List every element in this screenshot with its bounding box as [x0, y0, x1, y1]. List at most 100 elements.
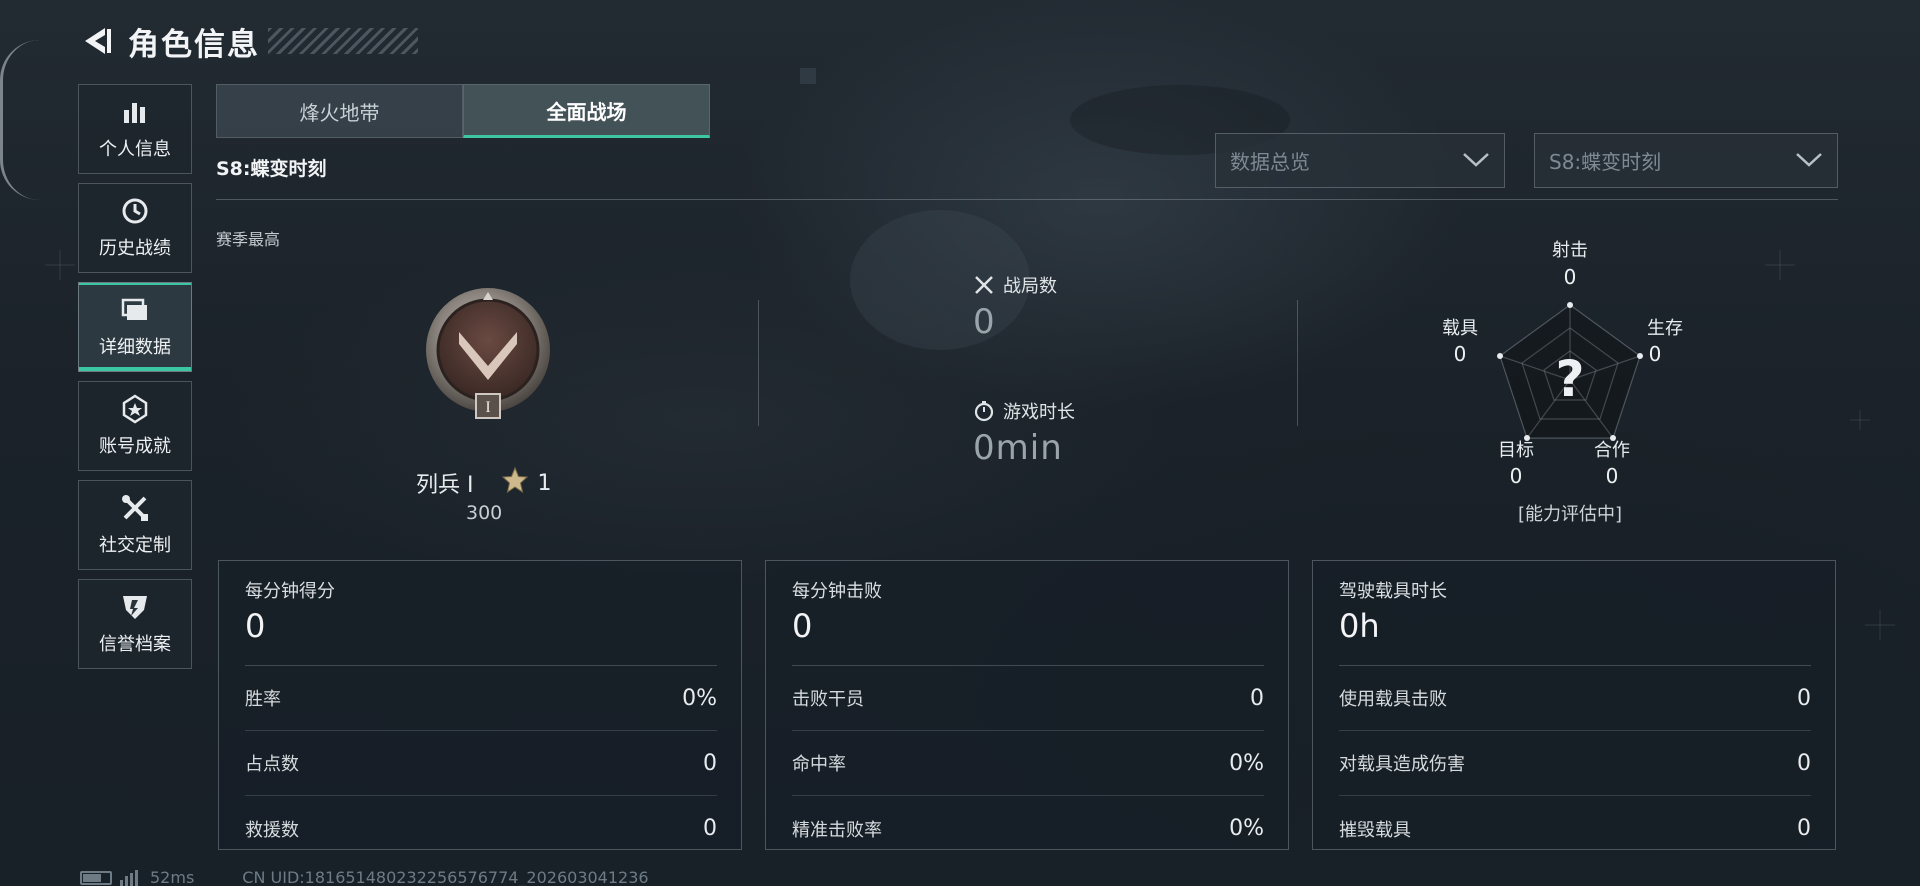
- row-label: 对载具造成伤害: [1339, 754, 1465, 775]
- table-row: 击败干员 0: [792, 666, 1264, 731]
- sidebar: 个人信息 历史战绩 详细数据 账号成就 社交定制 信誉档案: [78, 84, 192, 678]
- table-row: 命中率 0%: [792, 731, 1264, 796]
- sidebar-item-label: 社交定制: [99, 535, 171, 556]
- crossed-swords-icon: [973, 274, 995, 296]
- matches-label: 战局数: [1003, 276, 1057, 297]
- radar-label-vehicle: 载具: [1442, 318, 1478, 339]
- card-title: 每分钟击败: [792, 581, 882, 602]
- folder-icon: [120, 295, 150, 325]
- row-label: 精准击败率: [792, 819, 882, 841]
- radar-label-cooperation: 合作: [1594, 440, 1630, 461]
- table-row: 胜率 0%: [245, 666, 717, 731]
- row-value: 0: [703, 816, 717, 841]
- card-value: 0: [792, 607, 813, 645]
- row-label: 命中率: [792, 754, 846, 775]
- page-title: 角色信息: [128, 26, 260, 63]
- season-select[interactable]: S8:蝶变时刻: [1534, 133, 1838, 188]
- matches-stat: 战局数 0: [973, 272, 1057, 342]
- card-title: 每分钟得分: [245, 581, 335, 602]
- row-value: 0%: [1229, 816, 1264, 841]
- row-value: 0: [1797, 816, 1811, 841]
- battery-icon: [80, 870, 112, 885]
- radar-status: [能力评估中]: [1517, 504, 1623, 525]
- bar-chart-icon: [120, 97, 150, 127]
- row-value: 0%: [682, 685, 717, 711]
- page-header: 角色信息: [80, 18, 418, 64]
- view-select-value: 数据总览: [1230, 150, 1310, 174]
- season-best-label: 赛季最高: [216, 230, 281, 249]
- stat-card-kills: 每分钟击败 0 击败干员 0 命中率 0% 精准击败率 0%: [765, 560, 1289, 850]
- chevron-down-icon: [1462, 149, 1490, 173]
- status-footer: 52ms CN UID:181651480232256576774_202603…: [80, 868, 649, 886]
- card-title: 驾驶载具时长: [1339, 581, 1447, 602]
- star-icon: [501, 466, 529, 500]
- signal-icon: [120, 869, 140, 886]
- rank-name: 列兵 I: [416, 473, 474, 498]
- column-divider: [1297, 300, 1298, 426]
- sidebar-item-label: 详细数据: [99, 337, 171, 358]
- stat-card-score: 每分钟得分 0 胜率 0% 占点数 0 救援数 0: [218, 560, 742, 850]
- row-value: 0: [1797, 750, 1811, 776]
- row-label: 救援数: [245, 819, 299, 841]
- card-value: 0: [245, 607, 266, 645]
- table-row: 占点数 0: [245, 731, 717, 796]
- row-label: 击败干员: [792, 689, 864, 710]
- row-label: 胜率: [245, 689, 281, 710]
- season-select-value: S8:蝶变时刻: [1549, 150, 1662, 174]
- sidebar-item-history[interactable]: 历史战绩: [78, 183, 192, 273]
- radar-label-survival: 生存: [1647, 318, 1683, 339]
- radar-value-cooperation: 0: [1605, 464, 1619, 488]
- rank-stars: 1: [501, 466, 551, 500]
- row-label: 占点数: [245, 754, 299, 775]
- sidebar-item-label: 个人信息: [99, 139, 171, 160]
- radar-label-shooting: 射击: [1552, 240, 1588, 261]
- view-select[interactable]: 数据总览: [1215, 133, 1505, 188]
- sidebar-item-social-custom[interactable]: 社交定制: [78, 480, 192, 570]
- stat-card-vehicle: 驾驶载具时长 0h 使用载具击败 0 对载具造成伤害 0 摧毁载具 0: [1312, 560, 1836, 850]
- radar-value-shooting: 0: [1563, 265, 1577, 289]
- sidebar-item-personal-info[interactable]: 个人信息: [78, 84, 192, 174]
- table-row: 使用载具击败 0: [1339, 666, 1811, 731]
- row-value: 0%: [1229, 750, 1264, 776]
- title-stripes-decoration: [268, 28, 418, 54]
- rank-badge-icon: I: [421, 286, 555, 420]
- tab-battlefield[interactable]: 全面战场: [463, 84, 710, 138]
- ability-radar: ? 射击 0 生存 0 合作 0 目标 0 载具 0: [1430, 230, 1710, 530]
- edge-arc-decoration: [0, 40, 40, 200]
- medal-icon: [120, 394, 150, 424]
- table-row: 对载具造成伤害 0: [1339, 731, 1811, 796]
- radar-center-symbol: ?: [1555, 350, 1584, 408]
- matches-value: 0: [973, 302, 996, 342]
- history-icon: [120, 196, 150, 226]
- uid-text: CN UID:181651480232256576774_20260304123…: [242, 868, 649, 886]
- sidebar-item-label: 账号成就: [99, 436, 171, 457]
- header-divider: [216, 199, 1838, 200]
- mode-tabs: 烽火地带 全面战场: [216, 84, 710, 138]
- row-label: 摧毁载具: [1339, 819, 1411, 841]
- radar-value-survival: 0: [1648, 342, 1662, 366]
- shield-icon: [120, 592, 150, 622]
- sidebar-item-label: 信誉档案: [99, 634, 171, 655]
- table-row: 救援数 0: [245, 796, 717, 861]
- back-arrow-icon[interactable]: [80, 24, 114, 58]
- rank-row: 列兵 I 1: [416, 466, 551, 500]
- rank-numeral: I: [485, 399, 490, 416]
- row-value: 0: [1250, 685, 1264, 711]
- row-label: 使用载具击败: [1339, 689, 1447, 710]
- rank-points: 300: [466, 502, 503, 524]
- sidebar-item-label: 历史战绩: [99, 238, 171, 259]
- season-title: S8:蝶变时刻: [216, 158, 327, 180]
- playtime-value: 0min: [973, 428, 1063, 468]
- sidebar-item-detailed-data[interactable]: 详细数据: [78, 282, 192, 372]
- tools-icon: [120, 493, 150, 523]
- card-value: 0h: [1339, 607, 1380, 645]
- column-divider: [758, 300, 759, 426]
- sidebar-item-reputation[interactable]: 信誉档案: [78, 579, 192, 669]
- radar-value-objective: 0: [1509, 464, 1523, 488]
- radar-label-objective: 目标: [1498, 440, 1534, 461]
- tab-warzone[interactable]: 烽火地带: [216, 84, 463, 138]
- sidebar-item-achievements[interactable]: 账号成就: [78, 381, 192, 471]
- radar-value-vehicle: 0: [1453, 342, 1467, 366]
- table-row: 精准击败率 0%: [792, 796, 1264, 861]
- row-value: 0: [703, 750, 717, 776]
